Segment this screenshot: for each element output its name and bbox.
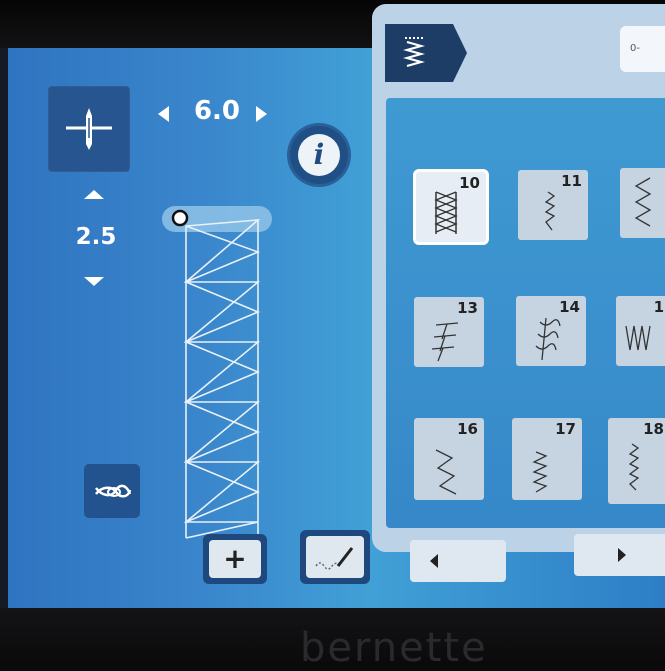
stitch-category-tab[interactable] [385,24,467,82]
stitch-tile-16[interactable]: 16 [414,418,484,500]
add-button[interactable]: + [203,534,267,584]
needle-center-icon [66,108,112,150]
brand-logo: bernette [300,625,488,671]
stitch-tile-18[interactable]: 18 [608,418,665,504]
stitch-length-value: 2.5 [75,224,117,250]
previous-page-button[interactable] [410,540,506,582]
needle-position-button[interactable] [48,86,130,172]
stitch-preview [158,200,278,540]
stitch-tile-14[interactable]: 14 [516,296,586,366]
draw-button[interactable] [300,530,370,584]
display-bezel-left [0,48,8,608]
stitch-tile-15[interactable]: 1 [616,296,665,366]
tie-off-knot-icon [95,484,132,498]
freehand-draw-icon [315,547,354,570]
arrow-left-icon [430,554,438,568]
stitch-tile-17[interactable]: 17 [512,418,582,500]
length-decrease-button[interactable] [84,277,104,286]
next-page-button[interactable] [574,534,665,576]
plus-icon: + [209,540,261,578]
stitch-tile-11[interactable]: 11 [518,170,588,240]
info-icon: i [298,134,340,176]
needle-start-marker [171,209,189,227]
stitch-tile-13[interactable]: 13 [414,297,484,367]
width-increase-button[interactable] [256,106,267,122]
stitch-width-value: 6.0 [193,96,241,126]
stitch-width-control: 6.0 [158,96,273,132]
arrow-right-icon [618,548,626,562]
stitch-range-field[interactable]: 0- [620,26,665,72]
stitch-category-icon [402,37,426,68]
tie-off-button[interactable] [84,464,140,518]
length-increase-button[interactable] [84,190,104,199]
stitch-tile-12[interactable] [620,168,665,238]
stitch-tile-10[interactable]: 10 [416,172,486,242]
width-decrease-button[interactable] [158,106,169,122]
info-button[interactable]: i [290,126,348,184]
